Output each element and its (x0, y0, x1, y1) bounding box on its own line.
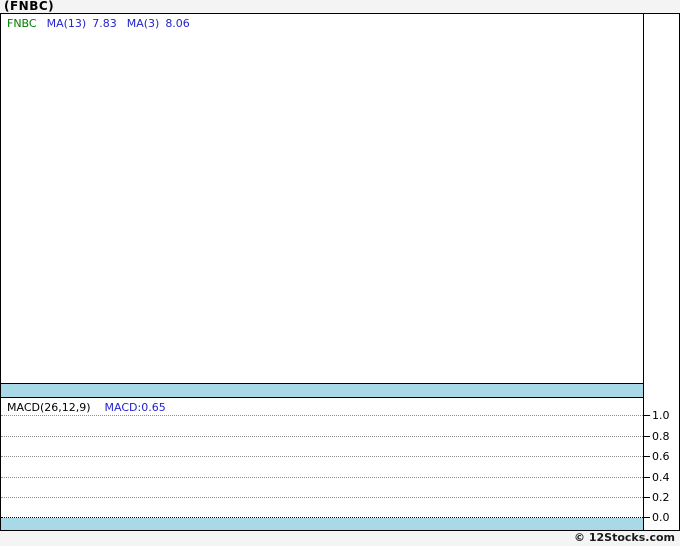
page-title: (FNBC) (4, 0, 55, 13)
axis-tick-label: 0.4 (652, 471, 670, 484)
axis-tick (643, 456, 650, 457)
axis-tick-label: 0.2 (652, 491, 670, 504)
axis-tick-label: 0.8 (652, 430, 670, 443)
axis-tick-label: 0.0 (652, 511, 670, 524)
legend-ma3-label: MA(3) (126, 17, 160, 30)
gridline (1, 456, 643, 457)
bottom-band (1, 518, 643, 530)
gridline (1, 477, 643, 478)
legend-ma13-value: 7.83 (92, 17, 117, 30)
legend-ma3-value: 8.06 (165, 17, 190, 30)
legend-symbol: FNBC (7, 17, 37, 30)
axis-tick-label: 1.0 (652, 409, 670, 422)
axis-tick (643, 497, 650, 498)
chart-frame: FNBC MA(13) 7.83 MA(3) 8.06 MACD(26,12,9) MAC… (0, 13, 680, 531)
axis-tick (643, 517, 650, 518)
axis-tick-label: 0.6 (652, 450, 670, 463)
gridline (1, 415, 643, 416)
axis-tick (643, 477, 650, 478)
legend-ma13-label: MA(13) (46, 17, 87, 30)
axis-tick (643, 436, 650, 437)
macd-legend: MACD(26,12,9) MACD:0.65 (7, 401, 166, 414)
axis-tick (643, 415, 650, 416)
price-legend: FNBC MA(13) 7.83 MA(3) 8.06 (7, 17, 200, 30)
copyright: © 12Stocks.com (574, 531, 675, 544)
macd-label: MACD(26,12,9) (7, 401, 91, 414)
page: { "page": { "title": "(FNBC)", "footer":… (0, 0, 680, 546)
gridline (1, 436, 643, 437)
panel-separator-band (1, 383, 643, 398)
y-axis-line (643, 14, 644, 530)
gridline (1, 497, 643, 498)
macd-value: MACD:0.65 (104, 401, 166, 414)
